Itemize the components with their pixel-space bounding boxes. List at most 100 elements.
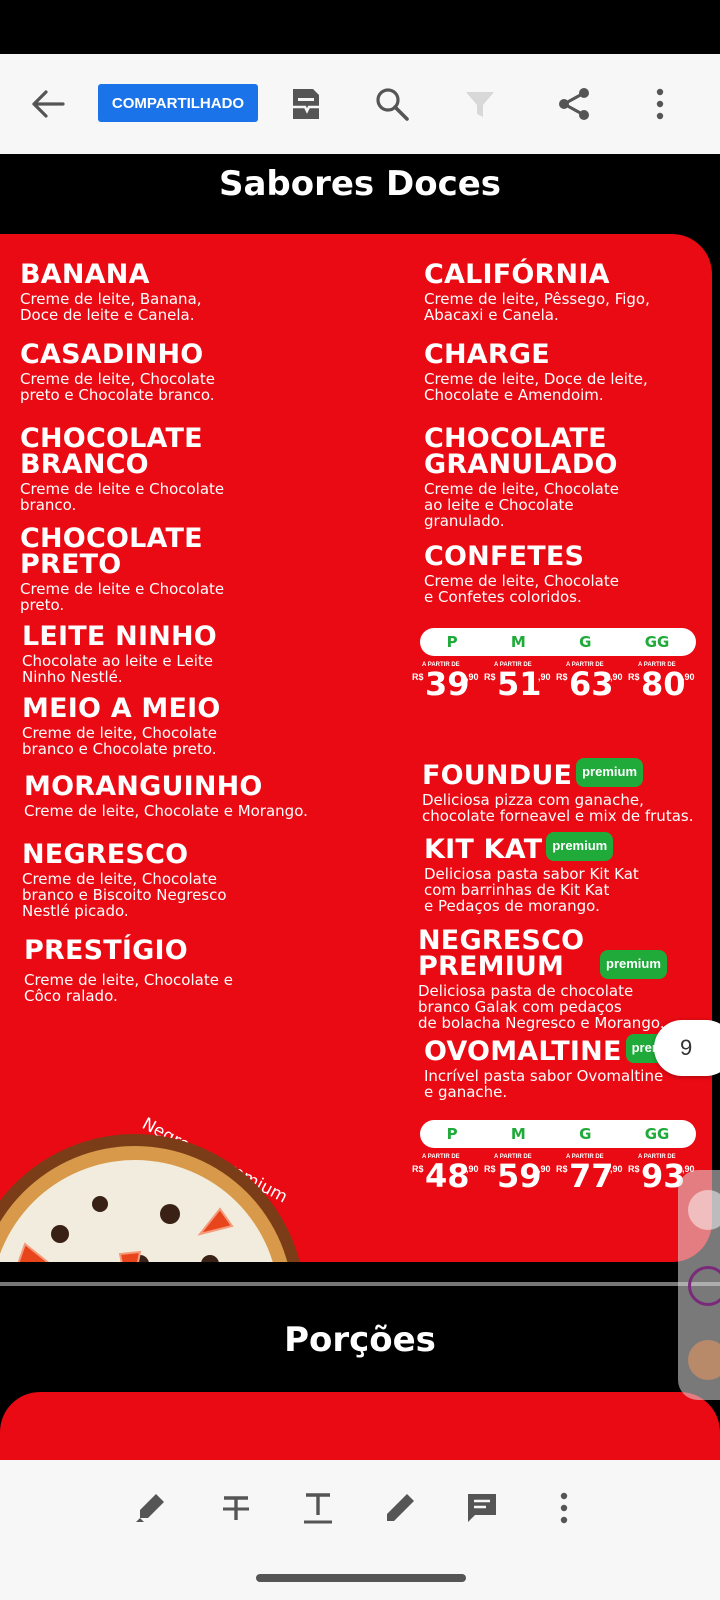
menu-item-chocolate-granulado: CHOCOLATE GRANULADO Creme de leite, Choc… bbox=[424, 423, 619, 530]
section-title-sweet: Sabores Doces bbox=[218, 164, 502, 204]
price-g: A PARTIR DE R$ 77 ,90 bbox=[556, 1154, 628, 1204]
item-desc: Chocolate ao leite e Leite Ninho Nestlé. bbox=[22, 652, 213, 686]
floating-side-tools[interactable] bbox=[678, 1170, 720, 1400]
menu-item-kit-kat: KIT KAT premium Deliciosa pasta sabor Kit… bbox=[424, 832, 639, 914]
side-tool-icon[interactable] bbox=[688, 1340, 720, 1380]
menu-item-moranguinho: MORANGUINHO Creme de leite, Chocolate e … bbox=[24, 771, 308, 820]
price-currency: R$ bbox=[628, 672, 640, 682]
item-desc: Creme de leite e Chocolate branco. bbox=[20, 480, 225, 514]
size-gg: GG bbox=[644, 633, 670, 651]
item-desc: Creme de leite, Doce de leite, Chocolate… bbox=[424, 370, 648, 404]
home-gesture-handle[interactable] bbox=[256, 1574, 466, 1582]
price-gg: A PARTIR DE R$ 80 ,90 bbox=[628, 662, 700, 712]
item-name: MORANGUINHO bbox=[24, 771, 263, 802]
item-name-text: FOUNDUE bbox=[422, 760, 573, 791]
size-g: G bbox=[579, 633, 592, 651]
item-name: CASADINHO bbox=[20, 339, 204, 370]
system-nav-bar bbox=[0, 1556, 720, 1600]
portions-card bbox=[0, 1392, 720, 1460]
item-name: CHOCOLATE BRANCO bbox=[20, 423, 203, 480]
highlighter-icon[interactable] bbox=[130, 1488, 170, 1528]
price-currency: R$ bbox=[484, 1164, 496, 1174]
shared-badge[interactable]: COMPARTILHADO bbox=[98, 84, 258, 122]
item-desc: Creme de leite, Chocolate preto e Chocol… bbox=[20, 370, 215, 404]
price-currency: R$ bbox=[412, 1164, 424, 1174]
menu-card: BANANA Creme de leite, Banana, Doce de l… bbox=[0, 234, 712, 1262]
size-pill-regular: P M G GG bbox=[420, 628, 696, 656]
size-pill-premium: P M G GG bbox=[420, 1120, 696, 1148]
item-name: CHARGE bbox=[424, 339, 550, 370]
price-m: A PARTIR DE R$ 51 ,90 bbox=[484, 662, 556, 712]
item-desc: Creme de leite, Chocolate e Morango. bbox=[24, 802, 308, 820]
item-desc: Creme de leite, Chocolate branco e Bisco… bbox=[22, 870, 227, 920]
price-int: 59 bbox=[497, 1157, 542, 1195]
size-p: P bbox=[446, 1125, 458, 1143]
price-int: 77 bbox=[569, 1157, 614, 1195]
text-icon[interactable] bbox=[298, 1488, 338, 1528]
share-icon[interactable] bbox=[554, 84, 594, 124]
back-arrow-icon[interactable] bbox=[28, 84, 68, 124]
price-currency: R$ bbox=[556, 1164, 568, 1174]
item-desc: Incrível pasta sabor Ovomaltine e ganach… bbox=[424, 1067, 664, 1101]
item-name: CHOCOLATE GRANULADO bbox=[424, 423, 618, 480]
menu-item-banana: BANANA Creme de leite, Banana, Doce de l… bbox=[20, 261, 202, 324]
item-name: CHOCOLATE PRETO bbox=[20, 523, 203, 580]
size-g: G bbox=[579, 1125, 592, 1143]
premium-badge: premium bbox=[546, 832, 614, 861]
premium-badge: premium bbox=[576, 758, 644, 787]
price-dec: ,90 bbox=[538, 1164, 551, 1174]
price-g: A PARTIR DE R$ 63 ,90 bbox=[556, 662, 628, 712]
item-desc: Deliciosa pizza com ganache, chocolate f… bbox=[422, 791, 694, 825]
status-bar bbox=[0, 0, 720, 54]
menu-item-prestigio: PRESTÍGIO Creme de leite, Chocolate e Cô… bbox=[24, 935, 233, 1005]
menu-item-chocolate-branco: CHOCOLATE BRANCO Creme de leite e Chocol… bbox=[20, 423, 225, 514]
price-dec: ,90 bbox=[610, 1164, 623, 1174]
more-vertical-icon[interactable] bbox=[544, 1488, 584, 1528]
menu-item-negresco-premium: NEGRESCO PREMIUM premium Deliciosa pasta … bbox=[418, 925, 667, 1032]
price-currency: R$ bbox=[484, 672, 496, 682]
item-desc: Creme de leite, Chocolate e Côco ralado. bbox=[24, 971, 233, 1005]
price-p: A PARTIR DE R$ 48 ,90 bbox=[412, 1154, 484, 1204]
strikethrough-icon[interactable] bbox=[216, 1488, 256, 1528]
item-desc: Deliciosa pasta sabor Kit Kat com barrin… bbox=[424, 865, 639, 915]
item-name-text: NEGRESCO PREMIUM bbox=[418, 925, 585, 982]
item-name: PRESTÍGIO bbox=[24, 935, 188, 966]
document-page[interactable]: Sabores Doces BANANA Creme de leite, Ban… bbox=[0, 154, 720, 1460]
price-p: A PARTIR DE R$ 39 ,90 bbox=[412, 662, 484, 712]
item-name: LEITE NINHO bbox=[22, 621, 217, 652]
price-dec: ,90 bbox=[466, 672, 479, 682]
page-layout-icon[interactable] bbox=[286, 84, 326, 124]
more-vertical-icon[interactable] bbox=[640, 84, 680, 124]
price-row-premium: A PARTIR DE R$ 48 ,90 A PARTIR DE R$ 59 … bbox=[412, 1154, 712, 1204]
price-dec: ,90 bbox=[466, 1164, 479, 1174]
side-tool-icon[interactable] bbox=[688, 1266, 720, 1306]
item-desc: Creme de leite e Chocolate preto. bbox=[20, 580, 225, 614]
price-currency: R$ bbox=[412, 672, 424, 682]
item-desc: Deliciosa pasta de chocolate branco Gala… bbox=[418, 982, 665, 1032]
price-int: 48 bbox=[425, 1157, 470, 1195]
menu-item-chocolate-preto: CHOCOLATE PRETO Creme de leite e Chocola… bbox=[20, 523, 225, 614]
section-title-portions: Porções bbox=[284, 1320, 436, 1360]
price-int: 39 bbox=[425, 665, 470, 703]
menu-item-leite-ninho: LEITE NINHO Chocolate ao leite e Leite N… bbox=[22, 621, 217, 686]
menu-item-ovomaltine: OVOMALTINEpremium Incrível pasta sabor O… bbox=[424, 1034, 693, 1100]
price-dec: ,90 bbox=[538, 672, 551, 682]
pen-icon[interactable] bbox=[380, 1488, 420, 1528]
item-name-text: OVOMALTINE bbox=[424, 1036, 622, 1067]
price-row-regular: A PARTIR DE R$ 39 ,90 A PARTIR DE R$ 51 … bbox=[412, 662, 712, 712]
item-desc: Creme de leite, Banana, Doce de leite e … bbox=[20, 290, 202, 324]
page-number-badge[interactable]: 9 bbox=[654, 1020, 720, 1076]
item-desc: Creme de leite, Chocolate ao leite e Cho… bbox=[424, 480, 619, 530]
price-int: 51 bbox=[497, 665, 542, 703]
price-currency: R$ bbox=[628, 1164, 640, 1174]
comment-icon[interactable] bbox=[462, 1488, 502, 1528]
side-tool-icon[interactable] bbox=[688, 1190, 720, 1230]
filter-icon[interactable] bbox=[460, 84, 500, 124]
item-desc: Creme de leite, Chocolate e Confetes col… bbox=[424, 572, 619, 606]
item-name: FOUNDUE premium bbox=[422, 758, 693, 789]
price-m: A PARTIR DE R$ 59 ,90 bbox=[484, 1154, 556, 1204]
search-icon[interactable] bbox=[372, 84, 412, 124]
size-gg: GG bbox=[644, 1125, 670, 1143]
item-name: CALIFÓRNIA bbox=[424, 259, 610, 290]
menu-item-foundue: FOUNDUE premium Deliciosa pizza com ganac… bbox=[422, 758, 693, 824]
